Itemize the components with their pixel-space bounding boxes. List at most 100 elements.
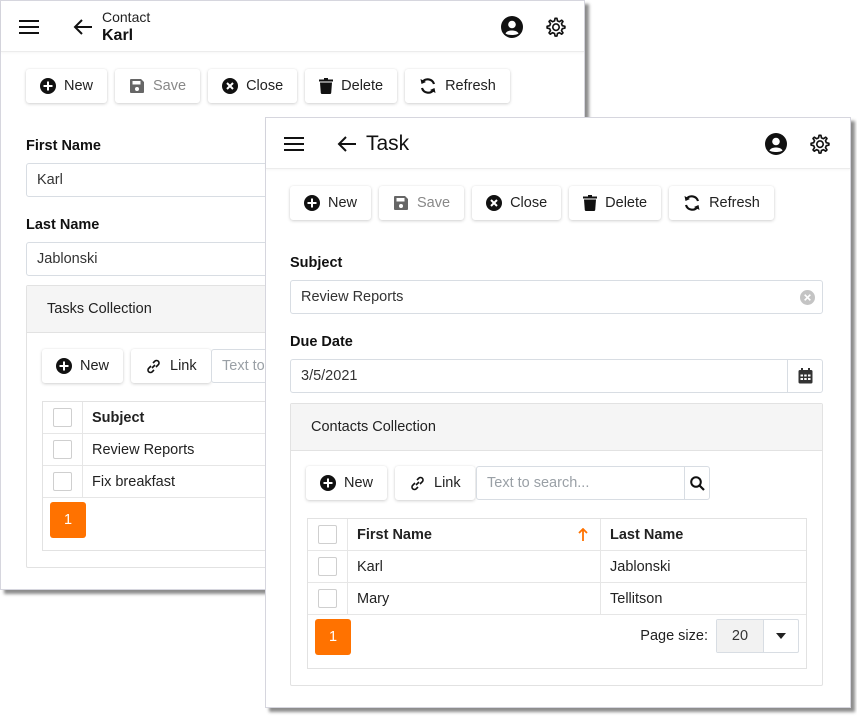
record-toolbar: New Save Close Delete Refresh (26, 69, 510, 103)
entity-type-label: Contact (102, 9, 151, 25)
plus-circle-icon (320, 475, 336, 491)
plus-circle-icon (304, 195, 320, 211)
search-icon (689, 475, 705, 491)
table-row[interactable]: Mary Tellitson (308, 583, 806, 615)
close-button[interactable]: Close (472, 186, 562, 220)
dropdown-arrow-icon[interactable] (764, 620, 798, 652)
cell-last-name: Tellitson (610, 590, 663, 607)
tasks-link-label: Link (170, 358, 197, 374)
cell-subject: Review Reports (92, 441, 195, 458)
first-name-label: First Name (26, 138, 101, 154)
contacts-collection-title: Contacts Collection (291, 404, 822, 451)
calendar-button[interactable] (787, 360, 822, 392)
subject-field[interactable]: Review Reports (290, 280, 823, 314)
gear-icon[interactable] (544, 15, 568, 39)
refresh-button[interactable]: Refresh (405, 69, 510, 103)
contacts-link-label: Link (434, 475, 461, 491)
save-button[interactable]: Save (379, 186, 465, 220)
due-date-field[interactable]: 3/5/2021 (290, 359, 823, 393)
contacts-new-button[interactable]: New (306, 466, 388, 500)
new-button[interactable]: New (26, 69, 108, 103)
close-circle-icon (486, 195, 503, 211)
clear-icon[interactable] (792, 289, 822, 305)
hamburger-menu-icon[interactable] (17, 15, 41, 39)
page-size-value: 20 (717, 620, 764, 652)
contacts-grid: First Name Last Name Karl Jablonski Mary… (307, 518, 807, 669)
floppy-disk-icon (394, 196, 409, 210)
back-arrow-icon[interactable] (71, 15, 95, 39)
tasks-link-button[interactable]: Link (131, 349, 211, 383)
delete-button[interactable]: Delete (569, 186, 662, 220)
column-header-first-name-label: First Name (357, 526, 432, 543)
cell-last-name: Jablonski (610, 558, 671, 575)
refresh-icon (684, 195, 700, 211)
link-icon (147, 359, 160, 373)
user-account-icon[interactable] (500, 15, 524, 39)
sort-ascending-icon (578, 527, 588, 541)
contacts-grid-header: First Name Last Name (308, 519, 806, 551)
page-button-1[interactable]: 1 (315, 619, 351, 655)
top-bar: Task (266, 118, 850, 169)
save-button-label: Save (417, 195, 451, 211)
column-header-last-name[interactable]: Last Name (601, 519, 683, 550)
gear-icon[interactable] (808, 132, 832, 156)
new-button-label: New (328, 195, 358, 211)
hamburger-menu-icon[interactable] (282, 132, 306, 156)
page-size-control: Page size: 20 (640, 619, 799, 653)
row-checkbox[interactable] (53, 472, 72, 491)
delete-button-label: Delete (341, 78, 384, 94)
contacts-new-label: New (344, 475, 374, 491)
select-all-checkbox[interactable] (318, 525, 337, 544)
row-checkbox[interactable] (318, 589, 337, 608)
delete-button-label: Delete (605, 195, 648, 211)
row-checkbox[interactable] (318, 557, 337, 576)
refresh-button-label: Refresh (709, 195, 760, 211)
save-button-label: Save (153, 78, 187, 94)
tasks-new-button[interactable]: New (42, 349, 124, 383)
contacts-collection: Contacts Collection New Link First Name (290, 403, 823, 686)
due-date-label: Due Date (290, 334, 353, 350)
trash-icon (319, 78, 334, 94)
close-circle-icon (222, 78, 239, 94)
task-detail-window: Task New Save Close Delete Refresh Subje… (265, 117, 851, 708)
record-toolbar: New Save Close Delete Refresh (290, 186, 774, 220)
row-checkbox[interactable] (53, 440, 72, 459)
save-button[interactable]: Save (115, 69, 201, 103)
column-header-subject[interactable]: Subject (83, 402, 144, 433)
search-button[interactable] (684, 467, 709, 499)
tasks-new-label: New (80, 358, 110, 374)
floppy-disk-icon (130, 79, 145, 93)
page-button-1[interactable]: 1 (50, 502, 86, 538)
table-row[interactable]: Karl Jablonski (308, 551, 806, 583)
page-title: Contact Karl (102, 8, 150, 46)
select-all-checkbox[interactable] (53, 408, 72, 427)
cell-first-name: Karl (348, 551, 601, 582)
last-name-label: Last Name (26, 217, 100, 233)
close-button-label: Close (246, 78, 284, 94)
delete-button[interactable]: Delete (305, 69, 398, 103)
back-arrow-icon[interactable] (335, 132, 359, 156)
refresh-button[interactable]: Refresh (669, 186, 774, 220)
page-title-text: Task (366, 132, 410, 155)
page-title: Task (366, 131, 409, 157)
calendar-icon (798, 368, 812, 384)
cell-first-name: Mary (348, 583, 601, 614)
user-account-icon[interactable] (764, 132, 788, 156)
contacts-pager: 1 Page size: 20 (308, 615, 806, 659)
new-button-label: New (64, 78, 94, 94)
refresh-icon (420, 78, 436, 94)
due-date-value: 3/5/2021 (301, 368, 358, 384)
column-header-first-name[interactable]: First Name (348, 519, 601, 550)
page-size-select[interactable]: 20 (716, 619, 799, 653)
contacts-collection-toolbar: New Link (306, 466, 475, 500)
entity-name-label: Karl (102, 27, 134, 44)
contacts-search-input[interactable] (477, 467, 684, 499)
top-bar: Contact Karl (1, 1, 584, 52)
contacts-link-button[interactable]: Link (395, 466, 475, 500)
new-button[interactable]: New (290, 186, 372, 220)
contacts-search-box (476, 466, 710, 500)
page-size-label: Page size: (640, 628, 708, 644)
subject-label: Subject (290, 255, 343, 271)
close-button[interactable]: Close (208, 69, 298, 103)
plus-circle-icon (40, 78, 56, 94)
